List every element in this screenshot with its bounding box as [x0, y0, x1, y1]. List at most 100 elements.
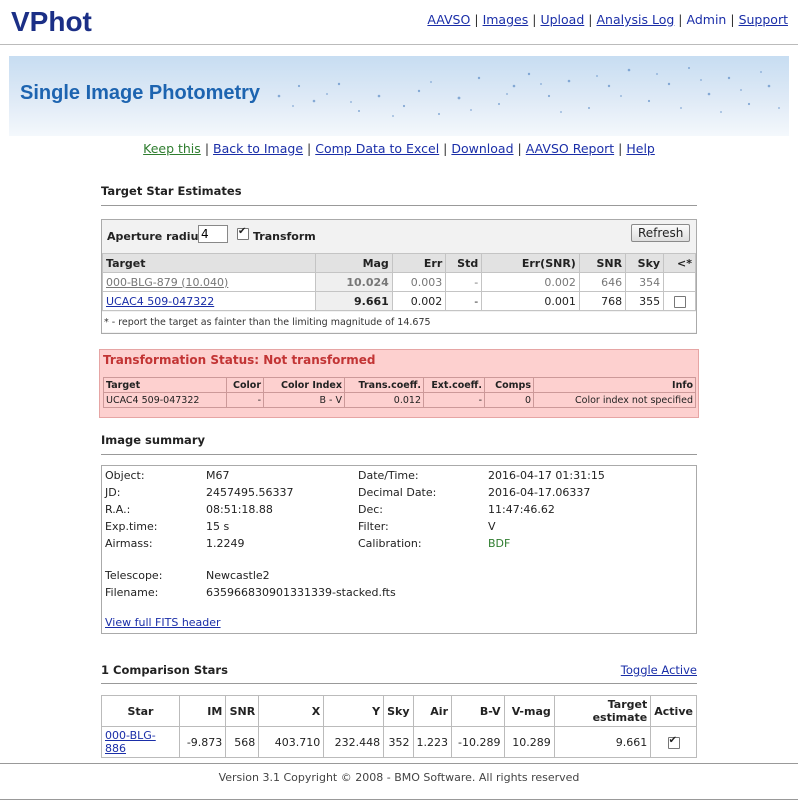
col-target: Target [103, 377, 227, 393]
table-header: Target Color Color Index Trans.coeff. Ex… [103, 377, 696, 393]
value-dec: 11:47:46.62 [488, 503, 555, 516]
target-link-blg-879[interactable]: 000-BLG-879 (10.040) [106, 276, 228, 289]
help-link[interactable]: Help [626, 141, 655, 156]
col-sky: Sky [383, 695, 414, 727]
target-link-ucac4[interactable]: UCAC4 509-047322 [106, 295, 214, 308]
cell-target: UCAC4 509-047322 [103, 392, 227, 408]
aperture-label: Aperture radius: [107, 230, 210, 243]
refresh-button[interactable]: Refresh [631, 224, 691, 242]
vphot-logo[interactable]: VPhot [11, 6, 92, 38]
transformation-status-title: Transformation Status: Not transformed [103, 353, 376, 367]
transformation-status-panel: Transformation Status: Not transformed T… [99, 349, 699, 418]
cell-comps: 0 [484, 392, 534, 408]
image-summary-title: Image summary [101, 433, 205, 447]
keep-this-link[interactable]: Keep this [143, 141, 201, 156]
section-divider [101, 205, 697, 206]
label-jd: JD: [105, 486, 121, 499]
label-airmass: Airmass: [105, 537, 153, 550]
col-sky: Sky [625, 253, 665, 273]
image-summary-panel: Object: M67 JD: 2457495.56337 R.A.: 08:51:1… [101, 465, 697, 634]
value-object: M67 [206, 469, 230, 482]
summary-telescope-table: Telescope: Newcastle2 Filename: 6359668309… [105, 569, 505, 603]
col-target-estimate: Target estimate [553, 695, 652, 727]
col-air: Air [412, 695, 452, 727]
comp-star-link[interactable]: 000-BLG-886 [105, 729, 156, 755]
table-header: Target Mag Err Std Err(SNR) SNR Sky <* [102, 253, 696, 273]
nav-upload[interactable]: Upload [540, 12, 584, 27]
col-info: Info [533, 377, 696, 393]
toggle-active-link[interactable]: Toggle Active [621, 663, 697, 677]
label-decimal-date: Decimal Date: [358, 486, 437, 499]
transform-label: Transform [253, 230, 316, 243]
cell-snr: 646 [578, 272, 627, 292]
fainter-checkbox[interactable] [673, 295, 686, 308]
value-exptime: 15 s [206, 520, 230, 533]
label-dec: Dec: [358, 503, 383, 516]
cell-ext-coeff: - [423, 392, 485, 408]
footer-divider [0, 763, 798, 764]
top-divider [0, 44, 798, 45]
table-header: Star IM SNR X Y Sky Air B-V V-mag Target… [101, 695, 697, 727]
col-err-snr: Err(SNR) [481, 253, 580, 273]
nav-aavso[interactable]: AAVSO [427, 12, 470, 27]
value-filter: V [488, 520, 496, 533]
col-trans-coeff: Trans.coeff. [344, 377, 424, 393]
footer-bottom-divider [0, 799, 798, 800]
col-bv: B-V [451, 695, 505, 727]
comparison-table: Star IM SNR X Y Sky Air B-V V-mag Target… [101, 695, 697, 758]
cell-sky: 352 [383, 726, 414, 758]
view-fits-header-link[interactable]: View full FITS header [105, 616, 221, 629]
cell-sky: 354 [625, 272, 665, 292]
top-nav: AAVSO | Images | Upload | Analysis Log | Admin | S… [427, 12, 788, 27]
nav-admin[interactable]: Admin [687, 12, 727, 27]
comp-data-excel-link[interactable]: Comp Data to Excel [315, 141, 439, 156]
back-to-image-link[interactable]: Back to Image [213, 141, 303, 156]
col-y: Y [323, 695, 385, 727]
col-target: Target [102, 253, 316, 273]
cell-color-index: B - V [263, 392, 345, 408]
col-im: IM [178, 695, 227, 727]
label-calibration: Calibration: [358, 537, 422, 550]
label-ra: R.A.: [105, 503, 131, 516]
nav-support[interactable]: Support [739, 12, 788, 27]
value-datetime: 2016-04-17 01:31:15 [488, 469, 605, 482]
footer-copyright: Version 3.1 Copyright © 2008 - BMO Softw… [218, 771, 580, 784]
label-filename: Filename: [105, 586, 159, 599]
cell-active [650, 726, 697, 758]
transform-checkbox[interactable] [237, 226, 249, 240]
aavso-report-link[interactable]: AAVSO Report [526, 141, 614, 156]
value-jd: 2457495.56337 [206, 486, 294, 499]
cell-std: - [445, 272, 483, 292]
col-std: Std [445, 253, 483, 273]
download-link[interactable]: Download [451, 141, 513, 156]
page-title: Single Image Photometry [20, 82, 261, 104]
cell-info: Color index not specified [533, 392, 696, 408]
label-datetime: Date/Time: [358, 469, 419, 482]
col-x: X [258, 695, 325, 727]
aperture-radius-input[interactable] [198, 225, 228, 243]
cell-err: 0.003 [391, 272, 447, 292]
cell-x: 403.710 [258, 726, 325, 758]
value-decimal-date: 2016-04-17.06337 [488, 486, 591, 499]
nav-images[interactable]: Images [483, 12, 529, 27]
cell-std: - [445, 291, 483, 311]
cell-err: 0.002 [391, 291, 447, 311]
cell-snr: 768 [578, 291, 627, 311]
summary-right-table: Date/Time: 2016-04-17 01:31:15 Decimal Da… [358, 469, 688, 554]
value-ra: 08:51:18.88 [206, 503, 273, 516]
col-vmag: V-mag [503, 695, 555, 727]
cell-err-snr: 0.002 [481, 272, 580, 292]
top-bar: VPhot AAVSO | Images | Upload | Analysis Log | A… [0, 0, 798, 44]
active-checkbox[interactable] [667, 735, 680, 749]
cell-air: 1.223 [412, 726, 452, 758]
cell-vmag: 10.289 [503, 726, 555, 758]
col-active: Active [650, 695, 697, 727]
target-estimates-panel: Aperture radius: Transform Refresh Targe… [101, 219, 697, 334]
cell-bv: -10.289 [451, 726, 505, 758]
nav-analysis-log[interactable]: Analysis Log [596, 12, 674, 27]
cell-err-snr: 0.001 [481, 291, 580, 311]
cell-fainter [663, 272, 696, 292]
table-row: UCAC4 509-047322 - B - V 0.012 - 0 Color… [103, 392, 696, 408]
limiting-mag-footnote: * - report the target as fainter than th… [104, 317, 431, 328]
col-err: Err [391, 253, 447, 273]
